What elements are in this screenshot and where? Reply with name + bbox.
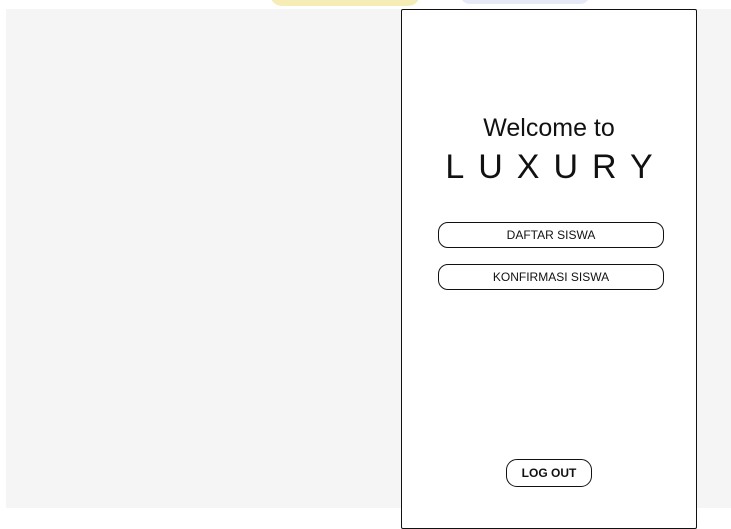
banner-logo-fragment [460, 0, 590, 4]
logout-label: LOG OUT [521, 466, 577, 480]
konfirmasi-siswa-button[interactable]: KONFIRMASI SISWA [438, 264, 664, 290]
top-banner-strip [0, 0, 731, 9]
brand-title: LUXURY [445, 148, 667, 186]
daftar-siswa-button[interactable]: DAFTAR SISWA [438, 222, 664, 248]
welcome-heading: Welcome to [483, 114, 615, 142]
konfirmasi-siswa-label: KONFIRMASI SISWA [492, 270, 610, 284]
logout-button[interactable]: LOG OUT [506, 459, 592, 487]
daftar-siswa-label: DAFTAR SISWA [506, 228, 596, 242]
mobile-frame: Welcome to LUXURY DAFTAR SISWA KONFIRMAS… [401, 9, 697, 529]
banner-logo-fragment [270, 0, 420, 6]
